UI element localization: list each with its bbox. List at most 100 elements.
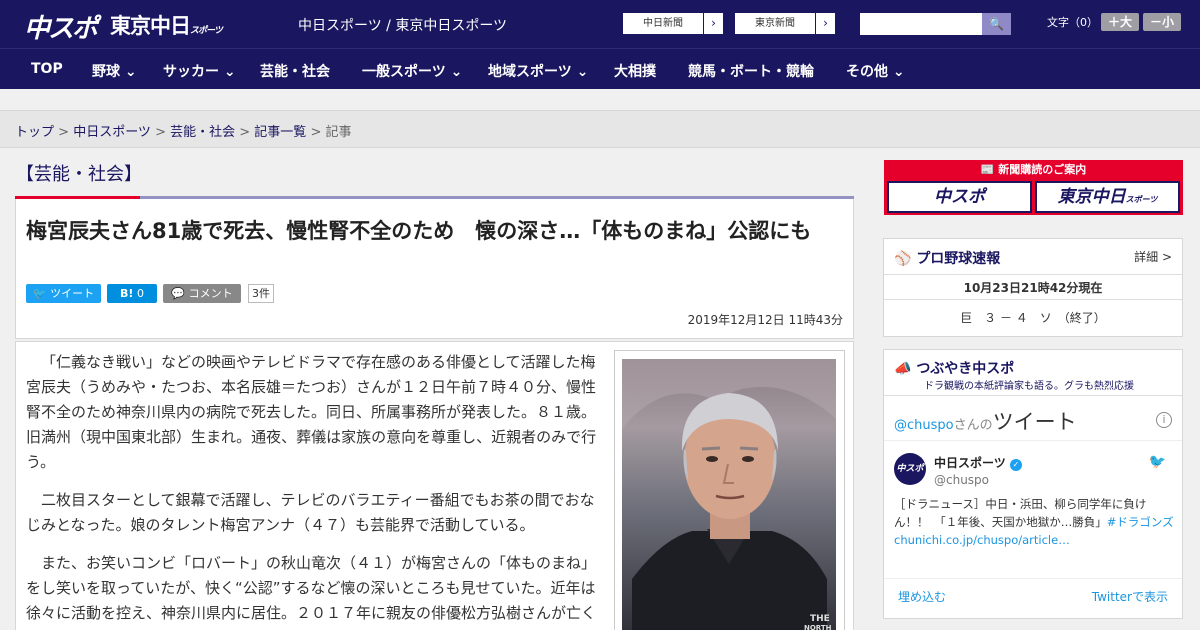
twitter-bird-icon[interactable]: 🐦	[1149, 454, 1166, 470]
tokyo-chunichi-text: 東京中日	[1057, 187, 1126, 207]
portrait-photo[interactable]: THE NORTH	[622, 359, 836, 630]
nav-label: 一般スポーツ	[362, 64, 446, 80]
nav-general-sports[interactable]: 一般スポーツ ⌄	[362, 61, 462, 81]
font-size-label: 文字（0）	[1047, 16, 1098, 29]
nav-baseball[interactable]: 野球 ⌄	[92, 61, 137, 81]
nav-label: その他	[846, 64, 888, 80]
breadcrumb-current: 記事	[325, 125, 352, 140]
tokyo-chunichi-logo[interactable]: 東京中日スポーツ	[110, 10, 223, 40]
megaphone-icon: 📣	[894, 361, 912, 377]
baseball-icon: ⚾	[894, 251, 912, 267]
breadcrumb-separator: >	[54, 125, 74, 140]
subscribe-chuspo-button[interactable]: 中スポ	[887, 181, 1032, 213]
article-title: 梅宮辰夫さん81歳で死去、慢性腎不全のため 懐の深さ…「体ものまね」公認にも	[26, 219, 812, 243]
publish-date: 2019年12月12日 11時43分	[687, 313, 843, 327]
twitter-widget: 📣 つぶやき中スポ ドラ観戦の本紙評論家も語る。グラも熱烈応援 @chuspoさ…	[883, 349, 1183, 619]
view-on-twitter-link[interactable]: Twitterで表示	[1092, 588, 1168, 605]
baseball-scores-widget: ⚾ プロ野球速報 詳細 > 10月23日21時42分現在 巨 ３ － ４ ソ （…	[883, 238, 1183, 337]
hatena-bookmark-button[interactable]: B! 0	[107, 284, 157, 303]
nav-entertainment[interactable]: 芸能・社会	[260, 61, 330, 81]
search-button[interactable]: 🔍	[982, 13, 1011, 35]
article-paragraph: 二枚目スターとして銀幕で活躍し、テレビのバラエティー番組でもお茶の間でおなじみと…	[26, 491, 595, 534]
comment-count: 3件	[248, 284, 274, 303]
chevron-right-icon: ›	[703, 13, 723, 34]
twitter-widget-subtitle: ドラ観戦の本紙評論家も語る。グラも熱烈応援	[924, 381, 1134, 392]
chevron-down-icon: ⌄	[576, 64, 589, 80]
breadcrumb-article-list[interactable]: 記事一覧	[254, 125, 306, 140]
chuspo-logo[interactable]: 中スポ	[24, 8, 98, 45]
font-larger-button[interactable]: ＋大	[1101, 13, 1139, 31]
chunichi-shimbun-button[interactable]: 中日新聞 ›	[622, 12, 724, 35]
search-input[interactable]	[860, 13, 982, 35]
tweets-header: @chuspoさんのツイート	[894, 406, 1077, 436]
baseball-widget-title: ⚾ プロ野球速報	[894, 248, 1000, 268]
chunichi-shimbun-label: 中日新聞	[643, 18, 683, 29]
nav-sumo[interactable]: 大相撲	[614, 61, 656, 81]
article-paragraph: また、お笑いコンビ「ロバート」の秋山竜次（４１）が梅宮さんの「体ものまね」をし笑…	[26, 554, 597, 630]
article-paragraph: 「仁義なき戦い」などの映画やテレビドラマで存在感のある俳優として活躍した梅宮辰夫…	[26, 353, 597, 471]
breadcrumb-bar: トップ > 中日スポーツ > 芸能・社会 > 記事一覧 > 記事	[0, 110, 1200, 148]
nav-keiba[interactable]: 競馬・ボート・競輪	[688, 61, 814, 81]
tokyo-chunichi-sub: スポーツ	[1125, 195, 1158, 204]
subscription-banner[interactable]: 📰 新聞購読のご案内 中スポ 東京中日スポーツ	[884, 160, 1183, 215]
embed-link[interactable]: 埋め込む	[898, 588, 946, 605]
tweets-word: ツイート	[992, 410, 1077, 434]
nav-other[interactable]: その他 ⌄	[846, 61, 905, 81]
tweet-screen-name[interactable]: @chuspo	[934, 473, 989, 487]
breadcrumb-separator: >	[306, 125, 326, 140]
verified-badge-icon: ✓	[1009, 459, 1022, 471]
breadcrumb: トップ > 中日スポーツ > 芸能・社会 > 記事一覧 > 記事	[15, 121, 352, 140]
tokyo-shimbun-label: 東京新聞	[755, 18, 795, 29]
breadcrumb-chuspo[interactable]: 中日スポーツ	[73, 125, 151, 140]
site-search: 🔍	[860, 13, 1011, 35]
breadcrumb-top[interactable]: トップ	[15, 125, 54, 140]
nav-label: 地域スポーツ	[488, 64, 572, 80]
tweet-label: ツイート	[50, 287, 95, 300]
subscribe-tokyo-chunichi-button[interactable]: 東京中日スポーツ	[1035, 181, 1180, 213]
hatena-count: 0	[136, 287, 144, 300]
tweet-text: ［ドラニュース］中日・浜田、柳ら同学年に負けん！！ 「１年後、天国か地獄か…勝負…	[894, 495, 1174, 549]
chevron-down-icon: ⌄	[124, 64, 137, 80]
twitter-widget-title: 📣 つぶやき中スポ	[894, 358, 1014, 378]
nav-label: サッカー	[163, 64, 219, 80]
tokyo-shimbun-button[interactable]: 東京新聞 ›	[734, 12, 836, 35]
search-icon: 🔍	[989, 17, 1004, 31]
breadcrumb-entertainment[interactable]: 芸能・社会	[170, 125, 235, 140]
subscription-heading-text: 新聞購読のご案内	[998, 163, 1087, 176]
nav-label: 野球	[92, 64, 120, 80]
hatena-icon: B!	[120, 287, 134, 300]
divider	[884, 274, 1182, 275]
divider	[884, 440, 1182, 441]
article-header: 梅宮辰夫さん81歳で死去、慢性腎不全のため 懐の深さ…「体ものまね」公認にも 🐦…	[15, 199, 854, 339]
nav-soccer[interactable]: サッカー ⌄	[163, 61, 236, 81]
comment-button[interactable]: 💬 コメント	[163, 284, 241, 303]
chevron-down-icon: ⌄	[450, 64, 463, 80]
baseball-detail-link[interactable]: 詳細 >	[1134, 248, 1172, 265]
svg-text:NORTH: NORTH	[804, 624, 832, 630]
baseball-title-text: プロ野球速報	[916, 251, 1001, 267]
nav-top[interactable]: TOP	[31, 61, 63, 77]
handle-link[interactable]: @chuspo	[894, 418, 954, 433]
tweet-author-name[interactable]: 中日スポーツ ✓	[934, 454, 1022, 471]
site-name-link[interactable]: 中日スポーツ / 東京中日スポーツ	[298, 15, 507, 35]
avatar[interactable]: 中スポ	[894, 453, 926, 485]
breadcrumb-separator: >	[150, 125, 171, 140]
info-icon[interactable]: i	[1156, 412, 1172, 428]
main-nav: TOP 野球 ⌄ サッカー ⌄ 芸能・社会 一般スポーツ ⌄ 地域スポーツ ⌄ …	[0, 48, 1200, 89]
divider	[884, 578, 1182, 579]
nav-local-sports[interactable]: 地域スポーツ ⌄	[488, 61, 588, 81]
portrait-illustration: THE NORTH	[622, 359, 836, 630]
tweet-button[interactable]: 🐦 ツイート	[26, 284, 101, 303]
baseball-score-row[interactable]: 巨 ３ － ４ ソ （終了）	[884, 309, 1182, 326]
breadcrumb-separator: >	[235, 125, 255, 140]
article-body: 「仁義なき戦い」などの映画やテレビドラマで存在感のある俳優として活躍した梅宮辰夫…	[15, 341, 854, 630]
divider	[884, 299, 1182, 300]
author-name-text: 中日スポーツ	[934, 456, 1006, 470]
top-header: 中スポ 東京中日スポーツ 中日スポーツ / 東京中日スポーツ 中日新聞 › 東京新…	[0, 0, 1200, 48]
tokyo-logo-sub: スポーツ	[190, 26, 223, 36]
chevron-down-icon: ⌄	[892, 64, 905, 80]
font-smaller-button[interactable]: －小	[1143, 13, 1181, 31]
category-heading: 【芸能・社会】	[16, 164, 142, 185]
tokyo-logo-text: 東京中日	[110, 14, 191, 38]
twitter-widget-title-text: つぶやき中スポ	[916, 361, 1015, 377]
